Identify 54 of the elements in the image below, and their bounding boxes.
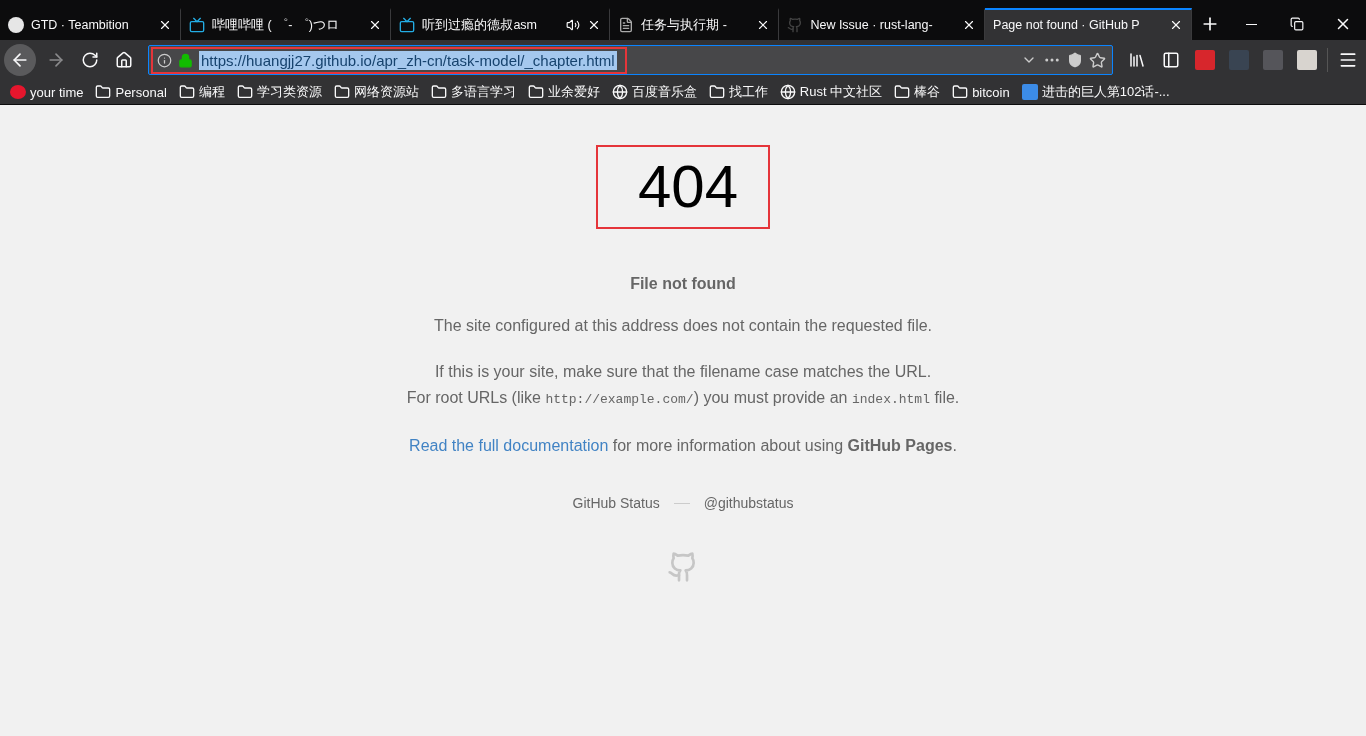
bookmark[interactable]: 编程 [178,83,225,101]
address-bar[interactable]: https://huangjj27.github.io/apr_zh-cn/task-model/_chapter.html [148,45,1113,75]
document-icon [618,17,635,33]
status-link[interactable]: GitHub Status [572,495,660,511]
folder-icon [430,84,447,100]
bookmark[interactable]: bitcoin [952,84,1010,100]
url-text: https://huangjj27.github.io/apr_zh-cn/task-model/_chapter.html [199,50,617,70]
bookmark[interactable]: 学习类资源 [236,83,322,101]
bookmark[interactable]: 百度音乐盒 [611,83,697,101]
reload-icon [81,51,99,69]
bookmark[interactable]: Rust 中文社区 [779,83,883,101]
folder-icon [952,84,969,100]
documentation-link[interactable]: Read the full documentation [409,437,609,454]
tab-title: 哔哩哔哩 ( ゜- ゜)つロ [212,16,340,34]
bookmark[interactable]: 网络资源站 [333,83,419,101]
folder-icon [178,84,195,100]
bookmark[interactable]: 棒谷 [894,83,941,101]
globe-icon [611,84,628,100]
tab-title: 任务与执行期 - [641,16,729,34]
documentation-paragraph: Read the full documentation for more information about using GitHub Pages. [409,436,957,456]
globe-icon [779,84,796,100]
minimize-icon [1245,23,1257,25]
folder-icon [527,84,544,100]
speaker-icon[interactable] [566,18,581,32]
folder-icon [894,84,911,100]
folder-icon [708,84,725,100]
star-icon[interactable] [1089,51,1106,69]
tab-title: 听到过瘾的德叔asm [422,16,538,34]
home-icon [115,51,133,69]
tab-title: GTD · Teambition [31,18,130,32]
bookmark[interactable]: Personal [95,84,167,100]
folder-icon [333,84,350,100]
error-heading: File not found [630,275,736,293]
lock-icon [178,52,193,68]
restore-icon [1290,17,1305,31]
bookmark[interactable]: 业余爱好 [527,83,600,101]
twitter-link[interactable]: @githubstatus [703,495,794,511]
folder-icon [95,84,112,100]
folder-icon [236,84,253,100]
github-icon [787,17,804,33]
message-paragraph: The site configured at this address does not contain the requested file. [433,316,933,336]
info-icon[interactable] [157,52,172,68]
bookmark[interactable]: 找工作 [708,83,768,101]
bookmark[interactable]: your time [10,84,84,100]
tv-icon [399,17,416,33]
browser-tab[interactable]: Page not found · GitHub P [985,8,1193,40]
tab-title: New Issue · rust-lang- [810,18,934,32]
tv-icon [189,17,206,33]
tab-title: Page not found · GitHub P [993,18,1141,32]
back-button[interactable] [4,44,36,76]
error-code: 404 [595,145,771,229]
shield-icon[interactable] [1067,52,1083,68]
bookmark[interactable]: 进击的巨人第102话-... [1021,83,1170,101]
bookmark[interactable]: 多语言学习 [430,83,516,101]
